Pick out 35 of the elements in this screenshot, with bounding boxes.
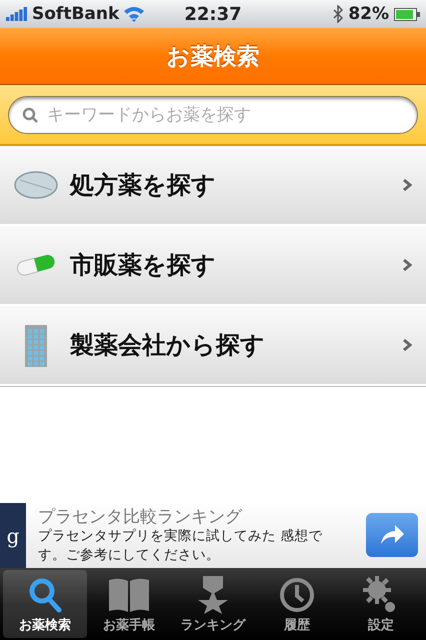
arrow-icon [379,524,405,546]
tab[interactable]: ランキング [171,570,255,638]
battery-icon [394,8,420,20]
menu-row[interactable]: 市販薬を探す [0,226,426,306]
tab[interactable]: お薬手帳 [87,570,171,638]
search-icon [22,106,38,122]
share-button[interactable] [366,513,418,557]
ad-badge: g [0,503,26,568]
menu-label: 製薬会社から探す [70,330,266,361]
tab[interactable]: 履歴 [255,570,339,638]
carrier-name: SoftBank [32,4,120,24]
tab[interactable]: 設定 [339,570,423,638]
medal-icon [197,576,229,614]
search-field[interactable]: キーワードからお薬を探す [8,96,418,134]
tablet-icon [14,171,58,199]
nav-title: お薬検索 [166,42,260,72]
menu-row[interactable]: 処方薬を探す [0,146,426,226]
menu-label: 市販薬を探す [70,250,217,281]
chevron-icon [402,178,412,192]
bluetooth-icon [333,5,344,23]
clock-time: 22:37 [184,4,242,24]
menu-row[interactable]: 製薬会社から探す [0,306,426,386]
building-icon [23,323,49,367]
ad-text: プラセンタサプリを実際に試してみた 感想です。ご参考にしてください。 [38,527,324,565]
chevron-icon [402,338,412,352]
wifi-icon [123,6,146,22]
chevron-icon [402,258,412,272]
signal-icon [6,7,28,21]
book-icon [107,576,151,614]
ad-banner[interactable]: g プラセンタ比較ランキング プラセンタサプリを実際に試してみた 感想です。ご参考にしてください。 [0,503,426,568]
tab[interactable]: お薬検索 [3,570,87,638]
clock-icon [278,576,316,614]
battery-percent: 82% [348,4,390,24]
menu-label: 処方薬を探す [70,170,217,201]
ad-title: プラセンタ比較ランキング [38,507,244,527]
